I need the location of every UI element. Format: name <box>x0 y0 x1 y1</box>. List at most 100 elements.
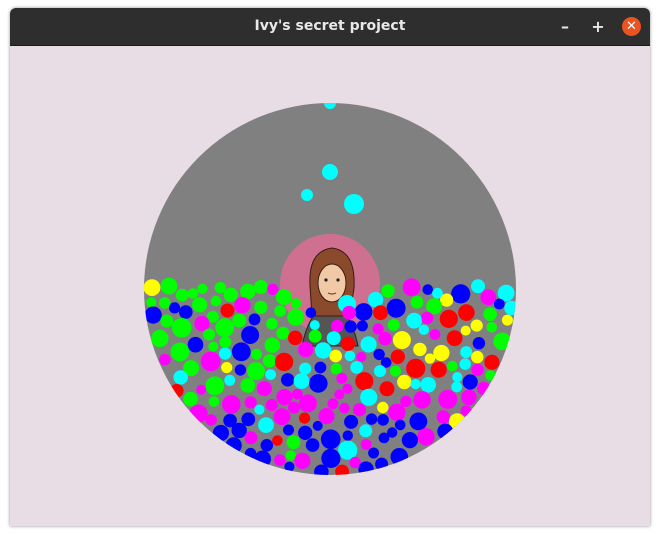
ball <box>439 309 458 328</box>
ball <box>324 103 336 109</box>
ball <box>418 324 429 335</box>
ball <box>267 283 279 295</box>
ball <box>356 320 368 332</box>
ball <box>329 349 343 363</box>
ball <box>318 408 335 425</box>
ball <box>224 374 236 386</box>
ball <box>378 432 390 444</box>
ball <box>394 419 406 431</box>
ball <box>365 413 378 425</box>
ball <box>417 428 435 446</box>
ball <box>248 313 261 326</box>
ball <box>144 306 162 324</box>
ball <box>254 450 271 468</box>
ball <box>220 303 235 318</box>
ball <box>406 312 422 329</box>
ball <box>344 350 356 362</box>
ball <box>436 410 451 424</box>
close-button[interactable]: ✕ <box>622 17 641 36</box>
ball <box>274 454 286 467</box>
app-window: Ivy's secret project – + ✕ <box>10 8 650 526</box>
ball <box>222 395 241 414</box>
ball <box>276 326 290 340</box>
ball <box>373 305 388 321</box>
minimize-button[interactable]: – <box>555 17 575 37</box>
ball <box>472 337 486 350</box>
ball <box>281 373 295 387</box>
ball <box>501 314 513 326</box>
ball <box>169 302 181 314</box>
ball <box>274 305 286 317</box>
ball <box>210 295 222 307</box>
ball <box>294 452 311 469</box>
ball <box>221 362 233 374</box>
ball <box>426 298 443 315</box>
ball <box>196 384 207 395</box>
ball <box>309 374 328 393</box>
ball <box>336 372 348 384</box>
ball <box>471 363 484 377</box>
ball <box>275 289 292 305</box>
ball <box>360 388 378 406</box>
ball <box>187 336 204 353</box>
ball <box>231 342 251 362</box>
ball <box>356 351 367 362</box>
ball <box>160 314 174 328</box>
ball <box>486 322 498 333</box>
ball <box>247 362 265 381</box>
ball <box>200 351 221 372</box>
ball <box>480 289 497 306</box>
ball <box>214 281 226 294</box>
ball <box>159 353 171 366</box>
ball <box>462 374 478 390</box>
ball <box>460 325 471 336</box>
window-title: Ivy's secret project <box>254 18 406 34</box>
ball <box>420 311 434 325</box>
ball <box>378 331 392 346</box>
ball <box>440 293 454 307</box>
ball <box>360 439 372 450</box>
ball <box>251 348 262 360</box>
ball <box>208 341 219 352</box>
ball <box>342 430 353 441</box>
ball <box>452 372 463 383</box>
ball <box>183 391 198 407</box>
ball <box>240 283 256 300</box>
ball <box>330 363 343 375</box>
ball <box>287 401 301 414</box>
ball <box>205 376 225 396</box>
ball <box>244 431 258 445</box>
ball <box>215 318 235 338</box>
ball <box>293 373 310 389</box>
ball <box>171 318 192 338</box>
ball <box>483 307 497 322</box>
ball <box>340 336 356 351</box>
ball <box>429 329 441 340</box>
ball <box>451 381 463 393</box>
ball <box>256 381 272 397</box>
ball <box>420 377 437 393</box>
ball <box>460 405 472 417</box>
ball <box>406 358 426 378</box>
ball <box>301 189 313 201</box>
ball <box>262 354 277 368</box>
ball <box>335 464 350 475</box>
canvas-area[interactable] <box>10 46 650 526</box>
ball <box>355 372 374 391</box>
ball <box>352 403 367 417</box>
ball <box>359 424 373 438</box>
ball <box>287 308 305 326</box>
ball <box>331 319 344 333</box>
ball-pit-canvas[interactable] <box>10 46 650 526</box>
ball <box>326 331 341 346</box>
ball <box>203 328 216 341</box>
ball <box>285 450 296 461</box>
ball <box>477 381 491 396</box>
ball <box>312 420 323 431</box>
maximize-button[interactable]: + <box>588 17 608 37</box>
ball <box>299 412 311 424</box>
ball <box>413 391 431 409</box>
ball <box>219 336 232 348</box>
title-bar[interactable]: Ivy's secret project – + ✕ <box>10 8 650 46</box>
ball <box>234 364 247 376</box>
